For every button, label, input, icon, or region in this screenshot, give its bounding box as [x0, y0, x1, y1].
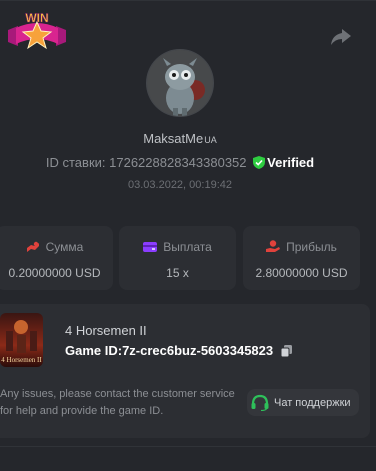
game-thumbnail[interactable]: 4 Horsemen II [0, 313, 43, 367]
stat-head-amount: Сумма [0, 240, 113, 254]
stat-value-profit: 2.80000000 USD [255, 266, 348, 280]
headset-icon [251, 394, 269, 411]
win-badge-text: WIN [25, 11, 48, 25]
support-chat-label: Чат поддержки [274, 396, 351, 409]
support-note: Any issues, please contact the customer … [0, 388, 235, 417]
bet-id-label: ID ставки: [45, 155, 106, 170]
stat-card-amount: Сумма 0.20000000 USD [0, 226, 113, 290]
game-card: 4 Horsemen II 4 Horsemen II Game ID:7z-c… [0, 304, 370, 438]
game-id-value: 7z-crec6buz-5603345823 [122, 343, 274, 358]
stat-label-payout: Выплата [163, 240, 212, 254]
game-name[interactable]: 4 Horsemen II [65, 323, 147, 338]
share-icon[interactable] [330, 28, 352, 46]
bet-id-line: ID ставки: 1726228828343380352 Verified [0, 155, 360, 170]
stat-card-payout: Выплата 15 x [119, 226, 236, 290]
stat-head-payout: Выплата [119, 240, 236, 254]
bottom-divider [0, 446, 376, 447]
coins-icon [26, 241, 39, 252]
stat-value-payout: 15 x [166, 266, 189, 280]
stat-card-profit: Прибыль 2.80000000 USD [243, 226, 360, 290]
game-thumbnail-image: 4 Horsemen II [0, 313, 43, 367]
top-divider [0, 0, 376, 1]
avatar [147, 50, 213, 116]
stat-label-profit: Прибыль [286, 240, 337, 254]
win-badge: WIN [8, 11, 66, 50]
game-id-label: Game ID: [65, 343, 123, 358]
stat-head-profit: Прибыль [243, 240, 360, 254]
stat-label-amount: Сумма [45, 240, 84, 254]
username-suffix: UA [204, 135, 217, 145]
game-id: Game ID:7z-crec6buz-5603345823 [65, 343, 292, 358]
copy-icon[interactable] [280, 345, 292, 358]
bet-date: 03.03.2022, 00:19:42 [128, 179, 232, 191]
verified-label: Verified [267, 155, 315, 170]
bet-id-value: 1726228828343380352 [109, 155, 247, 170]
game-thumbnail-label: 4 Horsemen II [1, 356, 42, 364]
stat-value-amount: 0.20000000 USD [8, 266, 101, 280]
shield-check-icon [253, 156, 266, 169]
username: MaksatMeUA [0, 131, 360, 146]
avatar-image [147, 50, 213, 116]
verified-badge: Verified [253, 155, 314, 170]
username-text: MaksatMe [143, 131, 204, 146]
profit-hand-icon [266, 240, 281, 252]
wallet-icon [143, 242, 158, 252]
support-chat-button[interactable]: Чат поддержки [247, 389, 359, 416]
